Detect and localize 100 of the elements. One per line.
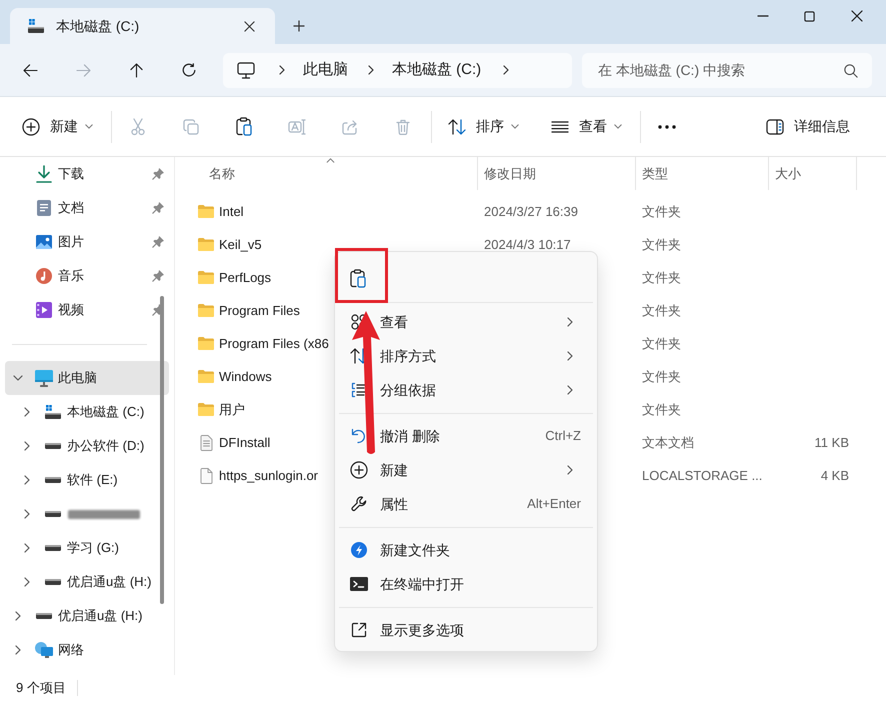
sidebar-item[interactable]: 下载 [5,157,169,191]
drive-icon [28,19,44,33]
close-icon [244,20,254,32]
details-button[interactable]: 详细信息 [758,106,858,146]
folder-icon [198,205,214,218]
undo-icon [351,428,367,444]
menu-item[interactable]: 新建 [339,453,593,487]
sidebar-item[interactable]: 此电脑 [5,361,169,395]
sidebar-item[interactable]: 音乐 [5,259,169,293]
arrow-right-icon [76,64,90,76]
chevron-right-icon [279,65,285,75]
clipboard-icon [350,268,366,288]
sidebar-item[interactable]: 优启通u盘 (H:) [5,599,169,633]
grid-icon [351,314,367,330]
type-text: 文件夹 [642,400,681,419]
menu-item[interactable]: 显示更多选项 [339,613,593,647]
type-text: 文件夹 [642,334,681,353]
folder-icon [198,238,214,251]
chevron-right-icon [567,385,573,395]
chevron-right-icon [567,317,573,327]
sidebar-item[interactable]: 办公软件 (D:) [5,429,169,463]
caret-up-icon [326,158,335,163]
chevron-right-icon [567,465,573,475]
scrollbar[interactable] [160,296,164,604]
column-header[interactable]: 大小 [769,157,857,190]
size-text: 4 KB [820,466,849,485]
menu-item[interactable]: 在终端中打开 [339,567,593,601]
music-note-icon [36,268,52,284]
menu-item[interactable]: 分组依据 [339,373,593,407]
copy-icon [183,118,199,134]
file-name[interactable]: Program Files (x86 [219,334,329,354]
file-name[interactable]: 用户 [219,400,245,420]
panel-icon [766,118,784,134]
drive-icon [45,545,61,551]
menu-item[interactable]: 排序方式 [339,339,593,373]
menu-item[interactable]: 新建文件夹 [339,533,593,567]
size-text: 11 KB [814,434,849,452]
drive-icon [45,405,61,419]
address-bar[interactable]: 此电脑 本地磁盘 (C:) [223,52,572,88]
file-icon [200,468,212,484]
scissors-icon [131,118,145,136]
sidebar-item[interactable]: 图片 [5,225,169,259]
expand-icon [351,622,367,638]
drive-icon [45,477,61,483]
date-text: 2024/4/3 10:17 [484,236,571,254]
sidebar-item[interactable]: 软件 (E:) [5,463,169,497]
minimize-icon [756,15,768,17]
file-name[interactable]: Windows [219,366,272,386]
file-name[interactable]: Program Files [219,300,300,320]
file-name[interactable]: DFInstall [219,432,270,452]
file-name[interactable]: https_sunlogin.or [219,466,318,486]
more-dots-icon [658,124,676,128]
menu-item[interactable]: 属性 Alt+Enter [339,487,593,521]
type-text: 文本文档 [642,434,694,452]
sidebar-item[interactable]: 网络 [5,633,169,667]
drive-icon [36,613,52,619]
menu-item[interactable]: 查看 [339,305,593,339]
shortcut-text: Ctrl+Z [545,427,581,446]
type-text: 文件夹 [642,202,681,221]
tab[interactable]: 本地磁盘 (C:) [10,8,275,44]
column-header[interactable]: 修改日期 [478,157,636,190]
folder-icon [198,304,214,317]
column-header[interactable]: 名称 [175,157,478,190]
view-button[interactable]: 查看 [541,106,632,146]
breadcrumb-item[interactable]: 此电脑 [303,58,348,82]
menu-item[interactable]: 撤消 删除 Ctrl+Z [339,419,593,453]
plus-circle-icon [22,118,40,136]
file-name[interactable]: Intel [219,202,244,222]
arrow-left-icon [22,64,38,76]
video-icon [36,302,52,318]
folder-icon [198,337,214,350]
arrow-up-icon [130,62,142,78]
new-button[interactable]: 新建 [12,106,103,146]
blurred-label [68,510,140,518]
sidebar-item[interactable]: 优启通u盘 (H:) [5,565,169,599]
clipboard-icon [236,117,252,136]
grouped-list-icon [351,382,367,398]
file-name[interactable]: Keil_v5 [219,234,262,254]
lightning-circle-icon [351,542,367,558]
text-file-icon [200,434,212,450]
type-text: 文件夹 [642,268,681,287]
file-name[interactable]: PerfLogs [219,268,272,288]
status-text: 9 个项目 [16,679,66,698]
type-text: 文件夹 [642,302,681,320]
chevron-right-icon [368,65,374,75]
breadcrumb-item[interactable]: 本地磁盘 (C:) [392,58,482,82]
sort-button[interactable]: 排序 [438,106,529,146]
drive-icon [45,511,61,517]
sidebar-item[interactable]: 本地磁盘 (C:) [5,395,169,429]
close-icon [850,10,862,22]
column-header[interactable]: 类型 [636,157,769,190]
type-text: 文件夹 [642,236,681,254]
sidebar-item[interactable]: 学习 (G:) [5,531,169,565]
refresh-icon [182,63,196,77]
network-icon [35,642,53,658]
search-field[interactable]: 在 本地磁盘 (C:) 中搜索 [582,52,872,88]
folder-icon [198,403,214,416]
sidebar-item[interactable]: 文档 [5,191,169,225]
drive-icon [45,443,61,449]
wrench-icon [351,496,367,512]
